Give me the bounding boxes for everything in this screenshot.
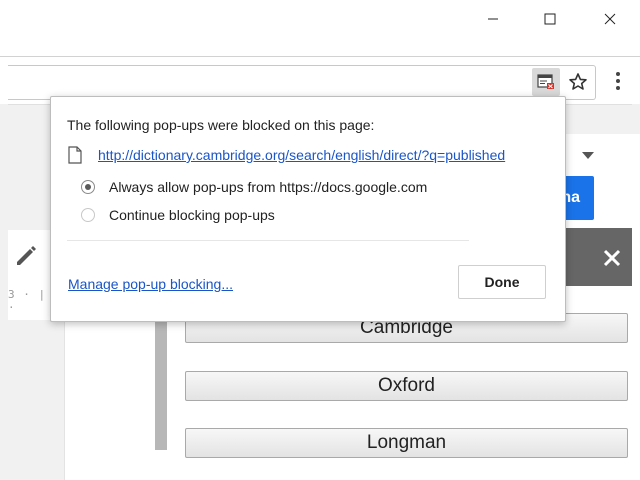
maximize-icon xyxy=(544,13,556,25)
manage-popup-blocking-link[interactable]: Manage pop-up blocking... xyxy=(68,276,233,292)
close-window-button[interactable] xyxy=(587,6,633,32)
star-icon xyxy=(569,73,587,90)
bookmark-star-button[interactable] xyxy=(566,68,590,96)
address-bar[interactable] xyxy=(8,65,596,100)
ruler: 3 · | · xyxy=(8,288,47,314)
dictionary-button-oxford[interactable]: Oxford xyxy=(185,371,628,401)
scrollbar[interactable] xyxy=(155,300,167,450)
radio-button-unchecked[interactable] xyxy=(81,208,95,222)
blocked-popup-icon xyxy=(537,74,554,89)
done-button[interactable]: Done xyxy=(458,265,546,299)
file-icon xyxy=(67,146,83,164)
close-icon xyxy=(603,249,621,267)
divider xyxy=(67,240,469,241)
minimize-icon xyxy=(488,18,498,20)
radio-button-checked[interactable] xyxy=(81,180,95,194)
kebab-menu-icon xyxy=(616,72,620,90)
panel-close-button[interactable] xyxy=(600,246,624,270)
dictionary-button-longman[interactable]: Longman xyxy=(185,428,628,458)
minimize-button[interactable] xyxy=(470,6,516,32)
pencil-icon[interactable] xyxy=(12,241,40,269)
radio-continue-blocking[interactable]: Continue blocking pop-ups xyxy=(81,207,275,223)
blocked-popup-link[interactable]: http://dictionary.cambridge.org/search/e… xyxy=(98,147,505,163)
radio-label-always-allow: Always allow pop-ups from https://docs.g… xyxy=(109,179,428,195)
window-titlebar xyxy=(0,0,640,48)
bubble-title: The following pop-ups were blocked on th… xyxy=(67,117,375,133)
popup-blocked-bubble: The following pop-ups were blocked on th… xyxy=(50,96,566,322)
dropdown-arrow-icon[interactable] xyxy=(582,152,594,159)
maximize-button[interactable] xyxy=(527,6,573,32)
radio-label-continue-blocking: Continue blocking pop-ups xyxy=(109,207,275,223)
radio-always-allow[interactable]: Always allow pop-ups from https://docs.g… xyxy=(81,179,427,195)
blocked-popup-button[interactable] xyxy=(532,68,560,96)
browser-menu-button[interactable] xyxy=(608,66,628,96)
close-icon xyxy=(604,13,616,25)
